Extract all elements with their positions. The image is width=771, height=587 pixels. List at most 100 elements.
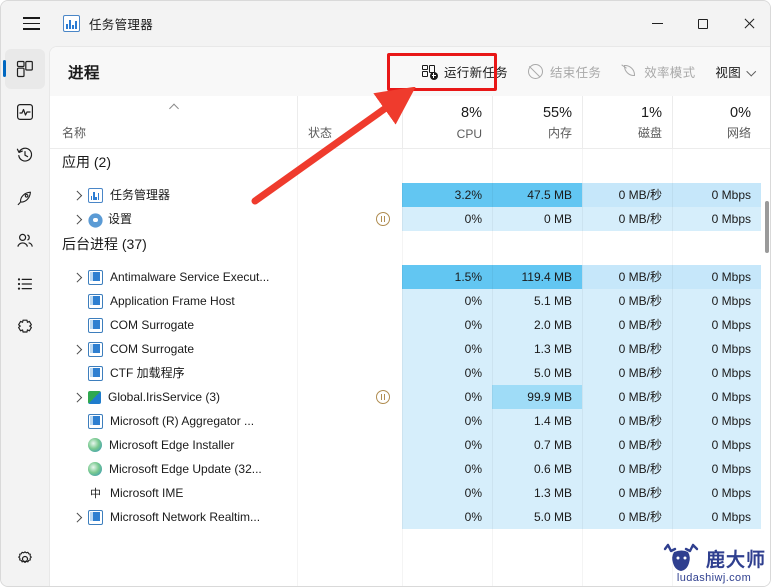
column-header-memory[interactable]: 55% 内存 [492,96,582,149]
cell-cpu: 0% [402,433,492,457]
column-header-status[interactable]: 状态 [297,96,402,149]
sidebar-item-app-history[interactable] [5,135,45,175]
cell-status [297,183,402,207]
end-task-button[interactable]: 结束任务 [518,57,611,87]
table-row[interactable]: Global.IrisService (3) 0% 99.9 MB 0 MB/秒 0 M… [50,385,770,409]
column-header-network[interactable]: 0% 网络 [672,96,761,149]
users-icon [17,233,33,247]
column-header-name[interactable]: 名称 [50,96,297,149]
table-row[interactable]: Microsoft Network Realtim... 0% 5.0 MB 0 MB… [50,505,770,529]
cell-status [297,313,402,337]
process-name: CTF 加载程序 [110,366,185,380]
column-header-cpu[interactable]: 8% CPU [402,96,492,149]
table-row[interactable]: 中 Microsoft IME 0% 1.3 MB 0 MB/秒 0 Mbps [50,481,770,505]
table-row[interactable]: 设置 0% 0 MB 0 MB/秒 0 Mbps [50,207,770,231]
maximize-icon[interactable] [680,1,726,46]
table-row[interactable]: COM Surrogate 0% 2.0 MB 0 MB/秒 0 Mbps [50,313,770,337]
sidebar-item-users[interactable] [5,221,45,261]
sidebar-item-settings[interactable] [5,539,45,579]
table-row[interactable]: Microsoft Edge Update (32... 0% 0.6 MB 0 MB… [50,457,770,481]
process-generic-icon [88,269,103,285]
cell-memory: 5.0 MB [492,505,582,529]
cell-memory-value: 119.4 MB [521,270,572,284]
cell-network-value: 0 Mbps [711,414,751,428]
close-icon[interactable] [726,1,770,46]
toolbar-actions: 运行新任务 结束任务 效率模式 视图 [412,47,765,96]
cell-disk: 0 MB/秒 [582,207,672,231]
cell-name: CTF 加载程序 [50,361,297,385]
cell-cpu-value: 0% [464,294,482,308]
expand-chevron-icon[interactable] [72,392,82,402]
cell-cpu-value: 0% [464,342,482,356]
content-panel: 进程 运行新任务 结束任务 效率模式 视图 名称 状态 8% CPU 55% 内… [49,46,770,586]
process-generic-icon [88,413,103,429]
title-bar: 任务管理器 [1,1,770,46]
process-name: COM Surrogate [110,342,195,356]
table-row[interactable]: Application Frame Host 0% 5.1 MB 0 MB/秒 0 Mb… [50,289,770,313]
expand-chevron-icon[interactable] [72,214,82,224]
hamburger-icon[interactable] [9,6,53,42]
efficiency-mode-button[interactable]: 效率模式 [611,57,705,87]
cell-network: 0 Mbps [672,207,761,231]
cell-disk: 0 MB/秒 [582,385,672,409]
new-task-icon [421,64,438,80]
cell-status [297,433,402,457]
cell-disk-value: 0 MB/秒 [618,294,662,308]
cell-memory-value: 0.7 MB [533,438,572,452]
cell-disk: 0 MB/秒 [582,313,672,337]
cell-name: 任务管理器 [50,183,297,207]
minimize-icon[interactable] [634,1,680,46]
cell-network-value: 0 Mbps [711,390,751,404]
cell-network: 0 Mbps [672,289,761,313]
cell-network: 0 Mbps [672,337,761,361]
cell-disk-value: 0 MB/秒 [618,438,662,452]
cell-memory: 119.4 MB [492,265,582,289]
cell-memory: 1.3 MB [492,337,582,361]
cell-memory-value: 1.3 MB [533,486,572,500]
cell-cpu: 0% [402,481,492,505]
cell-memory-value: 2.0 MB [533,318,572,332]
list-icon [17,278,32,290]
cell-disk-value: 0 MB/秒 [618,510,662,524]
table-row[interactable]: Microsoft Edge Installer 0% 0.7 MB 0 MB/秒 0 … [50,433,770,457]
table-row[interactable]: 任务管理器 3.2% 47.5 MB 0 MB/秒 0 Mbps [50,183,770,207]
navigation-rail [1,46,49,586]
table-row[interactable]: Antimalware Service Execut... 1.5% 119.4 M… [50,265,770,289]
cell-cpu: 0% [402,505,492,529]
cell-disk: 0 MB/秒 [582,289,672,313]
cell-cpu: 3.2% [402,183,492,207]
run-new-task-button[interactable]: 运行新任务 [412,57,518,87]
process-table: 名称 状态 8% CPU 55% 内存 1% 磁盘 0% 网络 应用 (2) 任务管理器 3.2% 47… [50,96,770,586]
sidebar-item-startup-apps[interactable] [5,178,45,218]
column-header-disk[interactable]: 1% 磁盘 [582,96,672,149]
process-name: 设置 [108,212,133,226]
sidebar-item-services[interactable] [5,307,45,347]
cell-cpu: 0% [402,313,492,337]
process-generic-icon [88,317,103,333]
expand-chevron-icon[interactable] [72,344,82,354]
process-name: Microsoft Edge Installer [109,438,235,452]
page-title: 进程 [68,64,101,82]
table-row[interactable]: CTF 加载程序 0% 5.0 MB 0 MB/秒 0 Mbps [50,361,770,385]
table-row[interactable]: COM Surrogate 0% 1.3 MB 0 MB/秒 0 Mbps [50,337,770,361]
table-row[interactable]: Microsoft (R) Aggregator ... 0% 1.4 MB 0 MB… [50,409,770,433]
view-button[interactable]: 视图 [705,57,765,87]
cell-name: Antimalware Service Execut... [50,265,297,289]
cell-network: 0 Mbps [672,433,761,457]
cell-cpu: 0% [402,457,492,481]
sidebar-item-performance[interactable] [5,92,45,132]
sidebar-item-details[interactable] [5,264,45,304]
cell-cpu-value: 0% [464,212,482,226]
vertical-scrollbar[interactable] [761,198,770,586]
sidebar-item-processes[interactable] [3,49,45,89]
expand-chevron-icon[interactable] [72,272,82,282]
cell-disk-value: 0 MB/秒 [618,366,662,380]
scrollbar-thumb[interactable] [765,201,769,253]
cell-status [297,289,402,313]
expand-chevron-icon[interactable] [72,190,82,200]
process-name: Application Frame Host [110,294,235,308]
expand-chevron-icon[interactable] [72,512,82,522]
cell-cpu-value: 0% [464,366,482,380]
cell-memory-value: 0 MB [543,212,572,226]
cell-status [297,265,402,289]
